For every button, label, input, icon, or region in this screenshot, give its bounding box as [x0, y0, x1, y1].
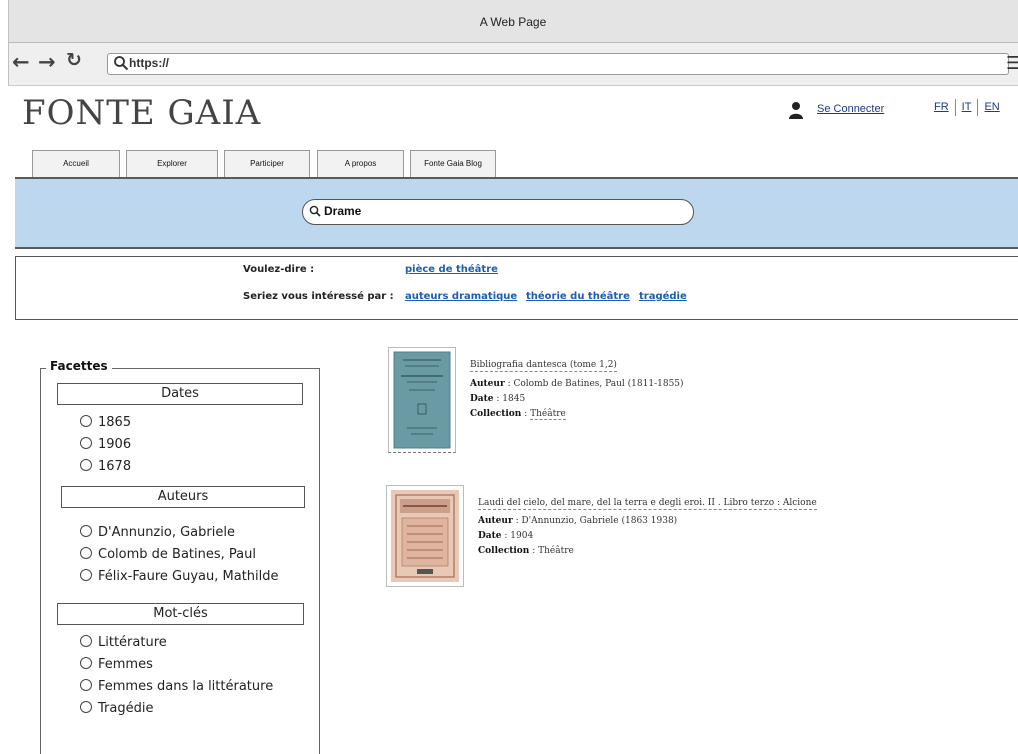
facet-option[interactable]: Félix-Faure Guyau, Mathilde — [80, 569, 279, 584]
tab-explorer[interactable]: Explorer — [126, 150, 218, 177]
facet-option-label: Félix-Faure Guyau, Mathilde — [98, 569, 279, 584]
language-switcher: FR IT EN — [930, 99, 1004, 116]
did-you-mean-label: Voulez-dire : — [243, 264, 315, 275]
radio-button[interactable] — [80, 657, 92, 669]
result-date: Date : 1845 — [470, 394, 526, 404]
field-value: Théâtre — [530, 409, 566, 420]
facet-group-mot-cles[interactable]: Mot-clés — [57, 603, 304, 625]
result-title[interactable]: Bibliografia dantesca (tome 1,2) — [470, 352, 617, 372]
menu-icon[interactable]: ☰ — [1006, 53, 1018, 74]
facet-group-dates[interactable]: Dates — [57, 383, 303, 405]
radio-button[interactable] — [80, 569, 92, 581]
facet-option[interactable]: 1865 — [80, 415, 131, 430]
result-collection: Collection : Théâtre — [478, 546, 574, 556]
search-query: Drame — [324, 204, 362, 218]
facet-option-label: Femmes — [98, 657, 153, 672]
field-value: D'Annunzio, Gabriele (1863 1938) — [521, 516, 678, 526]
tab-blog[interactable]: Fonte Gaia Blog — [410, 150, 496, 177]
search-icon — [114, 56, 129, 71]
site-logo[interactable]: FONTE GAIA — [22, 93, 261, 133]
radio-button[interactable] — [80, 547, 92, 559]
facet-option-label: 1678 — [98, 459, 132, 474]
tab-accueil[interactable]: Accueil — [32, 150, 120, 177]
facet-option-label: Femmes dans la littérature — [98, 679, 274, 694]
book-cover-image — [391, 490, 459, 582]
field-value: 1904 — [510, 531, 534, 541]
address-bar-url: https:// — [129, 56, 169, 70]
book-cover-image — [393, 351, 451, 449]
result-thumbnail[interactable] — [386, 485, 464, 587]
field-value: Théâtre — [538, 546, 574, 556]
radio-button[interactable] — [80, 525, 92, 537]
back-arrow-icon[interactable]: ← — [12, 50, 30, 74]
result-title-text[interactable]: Laudi del cielo, del mare, del la terra … — [478, 498, 817, 510]
radio-button[interactable] — [80, 679, 92, 691]
facet-option[interactable]: 1678 — [80, 459, 131, 474]
facet-option[interactable]: Colomb de Batines, Paul — [80, 547, 256, 562]
reload-icon[interactable]: ↻ — [66, 49, 82, 71]
result-author: Auteur : D'Annunzio, Gabriele (1863 1938… — [478, 516, 678, 526]
user-icon — [789, 102, 803, 119]
facet-option-label: Littérature — [98, 635, 167, 650]
field-label: Collection — [470, 409, 522, 419]
lang-en-link[interactable]: EN — [980, 99, 1003, 115]
field-label: Date — [478, 531, 502, 541]
facet-option[interactable]: Femmes — [80, 657, 153, 672]
field-value: 1845 — [502, 394, 526, 404]
facet-option[interactable]: D'Annunzio, Gabriele — [80, 525, 235, 540]
forward-arrow-icon[interactable]: → — [38, 50, 56, 74]
result-collection: Collection : Théâtre — [470, 409, 566, 420]
facet-option[interactable]: Littérature — [80, 635, 167, 650]
suggestion-link[interactable]: auteurs dramatique — [405, 291, 517, 302]
tab-participer[interactable]: Participer — [224, 150, 310, 177]
address-bar[interactable] — [107, 53, 1009, 75]
lang-it-link[interactable]: IT — [958, 99, 976, 115]
result-author: Auteur : Colomb de Batines, Paul (1811-1… — [470, 379, 684, 389]
login-link[interactable]: Se Connecter — [817, 103, 884, 115]
facets-title: Facettes — [46, 359, 112, 373]
lang-divider — [977, 99, 979, 116]
window-title: A Web Page — [479, 15, 547, 29]
facet-option-label: Tragédie — [98, 701, 154, 716]
interested-label: Seriez vous intéressé par : — [243, 291, 394, 302]
field-label: Auteur — [478, 516, 513, 526]
did-you-mean-link[interactable]: pièce de théâtre — [405, 264, 498, 275]
field-label: Collection — [478, 546, 530, 556]
facet-option-label: 1865 — [98, 415, 132, 430]
suggestion-link[interactable]: théorie du théâtre — [526, 291, 630, 302]
result-date: Date : 1904 — [478, 531, 534, 541]
facet-option[interactable]: Femmes dans la littérature — [80, 679, 273, 694]
facet-option-label: 1906 — [98, 437, 132, 452]
suggestions-panel — [15, 256, 1018, 320]
field-label: Auteur — [470, 379, 505, 389]
result-title[interactable]: Laudi del cielo, del mare, del la terra … — [478, 490, 817, 510]
facet-option[interactable]: Tragédie — [80, 701, 153, 716]
facet-option-label: D'Annunzio, Gabriele — [98, 525, 235, 540]
radio-button[interactable] — [80, 701, 92, 713]
lang-fr-link[interactable]: FR — [930, 99, 953, 115]
radio-button[interactable] — [80, 459, 92, 471]
radio-button[interactable] — [80, 437, 92, 449]
field-value: Colomb de Batines, Paul (1811-1855) — [513, 379, 684, 389]
lang-divider — [954, 99, 956, 116]
result-thumbnail[interactable] — [388, 347, 456, 453]
search-icon — [309, 205, 321, 217]
suggestion-link[interactable]: tragédie — [639, 291, 687, 302]
tab-a-propos[interactable]: A propos — [317, 150, 404, 177]
result-title-text[interactable]: Bibliografia dantesca (tome 1,2) — [470, 360, 617, 372]
facet-option-label: Colomb de Batines, Paul — [98, 547, 256, 562]
radio-button[interactable] — [80, 415, 92, 427]
radio-button[interactable] — [80, 635, 92, 647]
facet-option[interactable]: 1906 — [80, 437, 131, 452]
facet-group-auteurs[interactable]: Auteurs — [61, 486, 305, 508]
field-label: Date — [470, 394, 494, 404]
